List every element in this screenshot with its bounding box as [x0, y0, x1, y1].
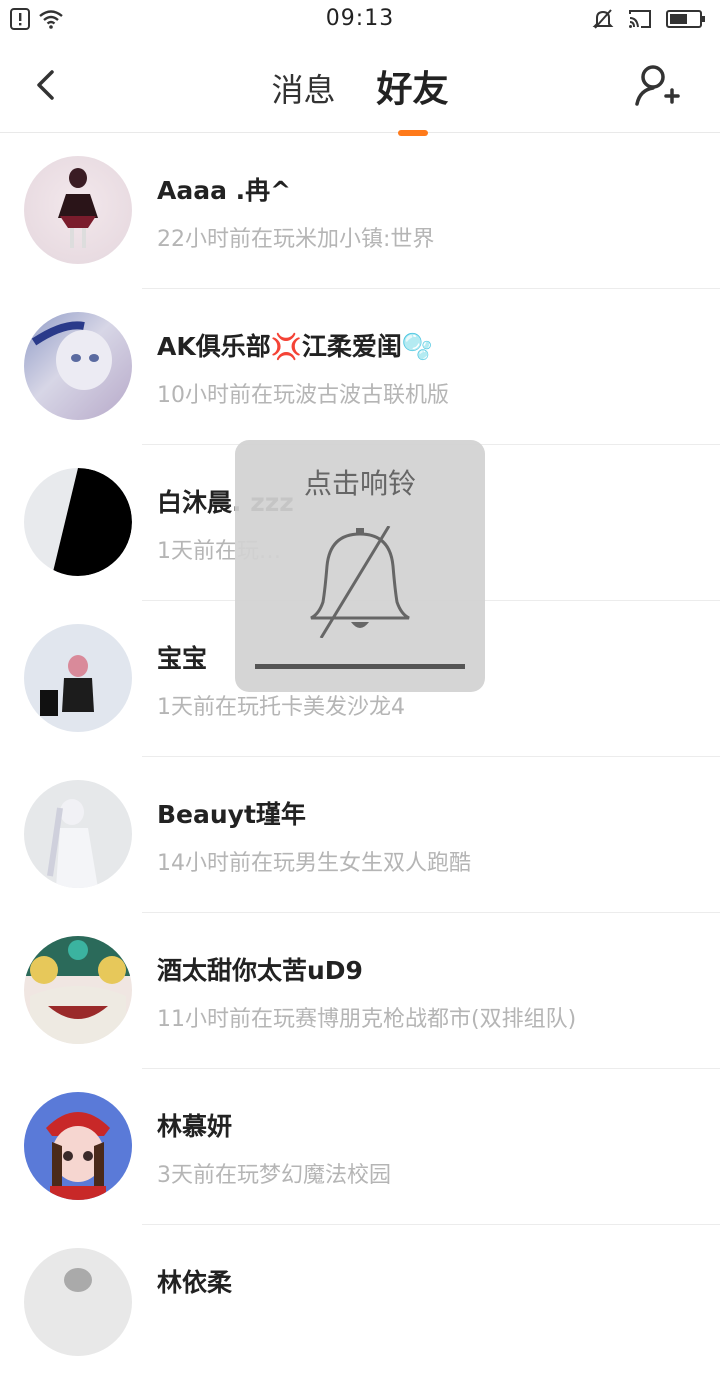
bell-muted-icon	[592, 8, 614, 30]
friend-name: 林慕妍	[157, 1112, 233, 1141]
avatar[interactable]	[24, 1092, 132, 1200]
friend-row[interactable]: 酒太甜你太苦uD9 11小时前在玩赛博朋克枪战都市(双排组队)	[0, 913, 720, 1069]
avatar[interactable]	[24, 936, 132, 1044]
friend-name: 林依柔	[157, 1268, 233, 1297]
bell-muted-icon	[305, 526, 415, 638]
friend-row[interactable]: 林慕妍 3天前在玩梦幻魔法校园	[0, 1069, 720, 1225]
friend-status: 11小时前在玩赛博朋克枪战都市(双排组队)	[157, 1007, 577, 1032]
cast-icon	[628, 9, 652, 29]
ring-toast: 点击响铃	[235, 440, 485, 692]
volume-bar	[255, 664, 465, 669]
friend-name: 宝宝	[157, 644, 208, 673]
avatar[interactable]	[24, 1248, 132, 1356]
friend-status: 22小时前在玩米加小镇:世界	[157, 227, 435, 252]
toast-title: 点击响铃	[303, 467, 416, 500]
friend-name: Aaaa .冉^	[157, 176, 292, 205]
friend-name: AK俱乐部💢江柔爱闺🫧	[157, 332, 433, 361]
friend-status: 14小时前在玩男生女生双人跑酷	[157, 851, 471, 876]
friend-name: Beauyt瑾年	[157, 800, 306, 829]
friend-list: Aaaa .冉^ 22小时前在玩米加小镇:世界 AK俱乐部💢江柔爱闺🫧 10小时…	[0, 133, 720, 1381]
friend-row[interactable]: Aaaa .冉^ 22小时前在玩米加小镇:世界	[0, 133, 720, 289]
friend-name: 酒太甜你太苦uD9	[157, 956, 363, 985]
avatar[interactable]	[24, 156, 132, 264]
avatar[interactable]	[24, 624, 132, 732]
friend-row[interactable]: 林依柔	[0, 1225, 720, 1381]
tab-messages[interactable]: 消息	[271, 65, 335, 111]
friend-row[interactable]: AK俱乐部💢江柔爱闺🫧 10小时前在玩波古波古联机版	[0, 289, 720, 445]
avatar[interactable]	[24, 780, 132, 888]
battery-icon	[666, 9, 706, 29]
status-bar: 09:13	[0, 0, 720, 40]
add-friend-button[interactable]	[634, 62, 682, 110]
tab-friends[interactable]: 好友	[376, 60, 449, 136]
friend-status: 3天前在玩梦幻魔法校园	[157, 1163, 391, 1188]
tab-bar: 消息 好友	[0, 60, 720, 136]
top-nav-bar: 消息 好友	[0, 40, 720, 136]
avatar[interactable]	[24, 468, 132, 576]
add-user-icon	[634, 62, 682, 110]
avatar[interactable]	[24, 312, 132, 420]
friend-row[interactable]: Beauyt瑾年 14小时前在玩男生女生双人跑酷	[0, 757, 720, 913]
friend-status: 1天前在玩托卡美发沙龙4	[157, 695, 405, 720]
tab-friends-label: 好友	[376, 69, 449, 110]
friend-status: 10小时前在玩波古波古联机版	[157, 383, 449, 408]
